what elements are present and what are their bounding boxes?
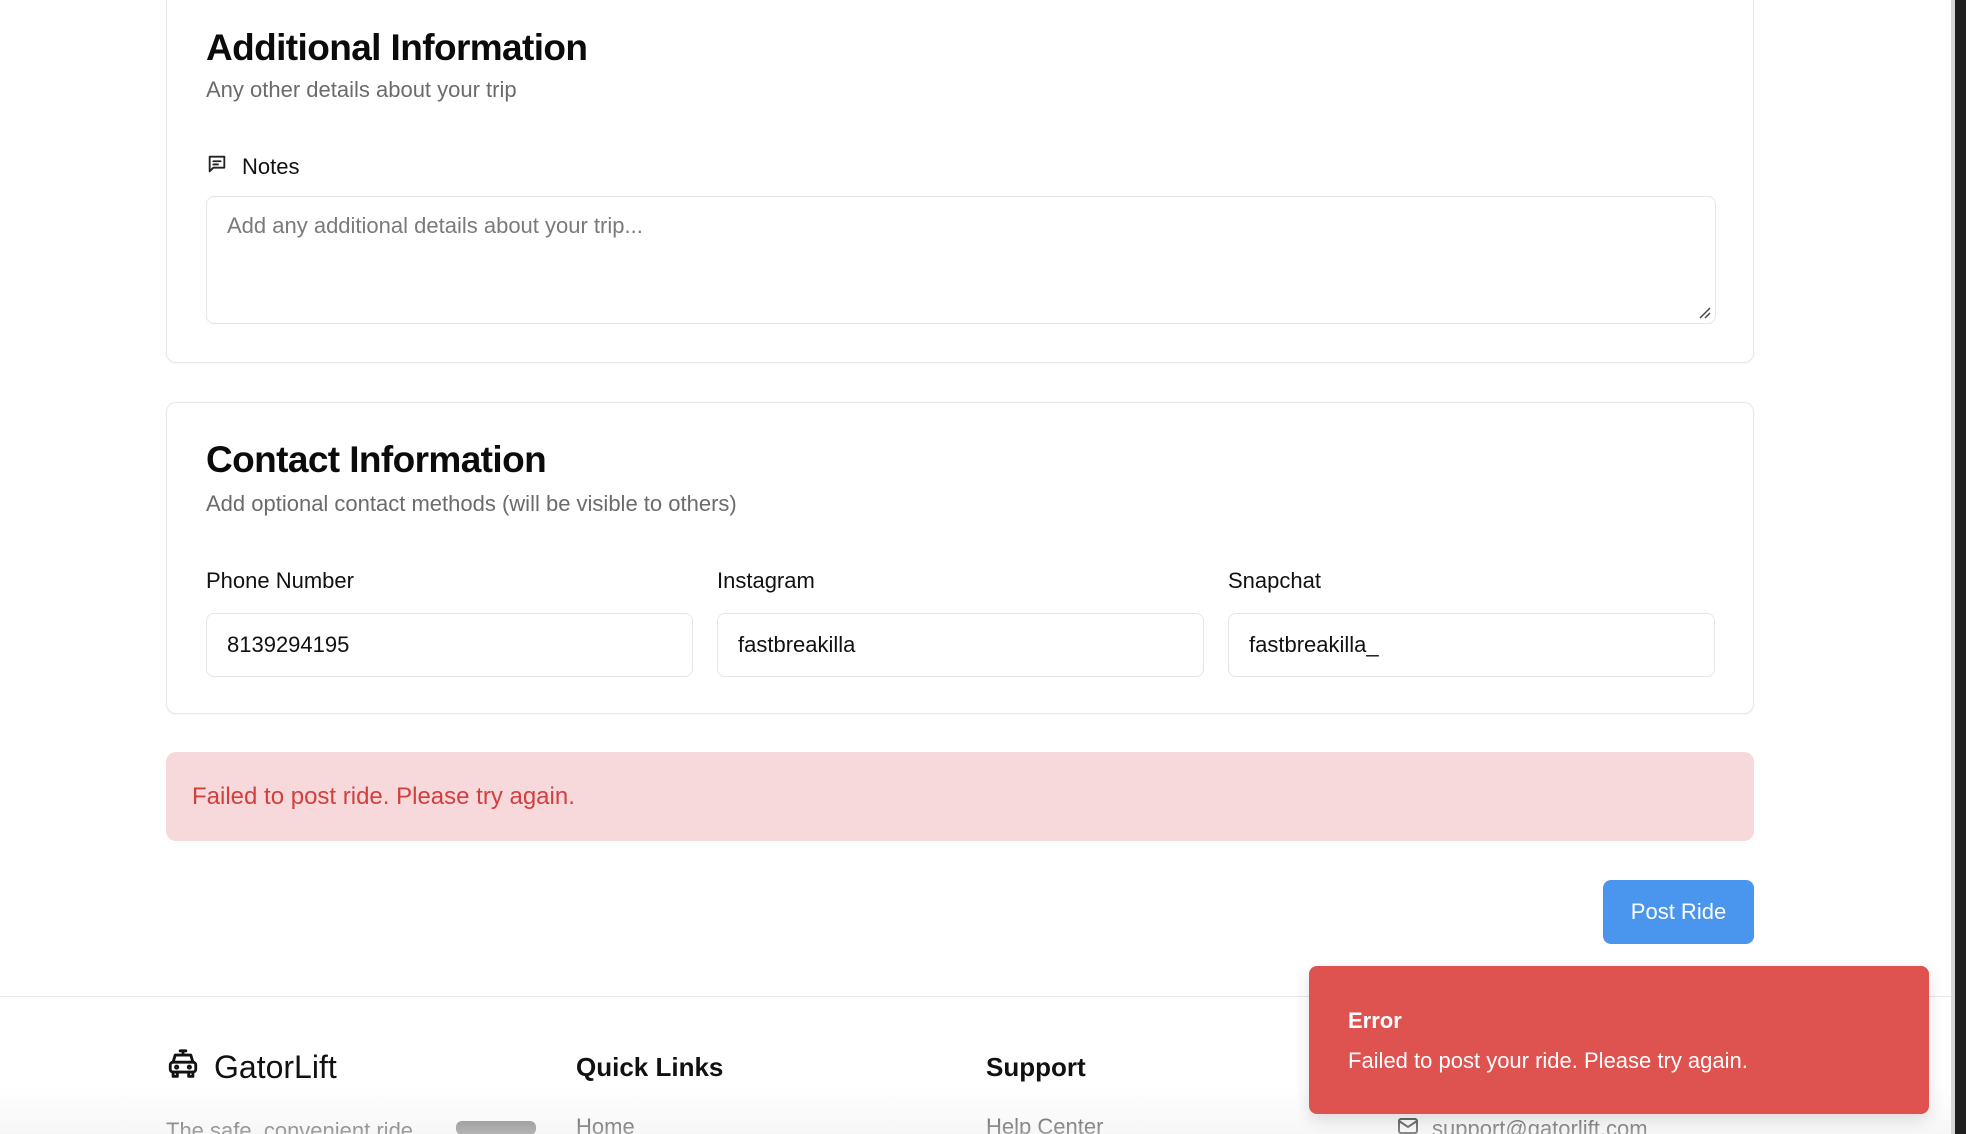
window-edge xyxy=(1955,0,1966,1134)
footer-brand[interactable]: GatorLift xyxy=(166,1048,337,1087)
error-toast-title: Error xyxy=(1348,1008,1402,1033)
quick-links-title: Quick Links xyxy=(576,1052,724,1082)
footer-tagline: The safe, convenient ride xyxy=(166,1118,414,1134)
resize-handle-icon[interactable] xyxy=(1697,305,1711,319)
footer-contact-email[interactable]: support@gatorlift.com xyxy=(1396,1114,1648,1134)
instagram-input[interactable] xyxy=(717,613,1204,677)
notes-textarea[interactable] xyxy=(206,196,1716,324)
error-banner-text: Failed to post ride. Please try again. xyxy=(192,782,575,810)
mail-icon xyxy=(1396,1114,1420,1134)
additional-information-card: Additional Information Any other details… xyxy=(166,0,1754,363)
phone-number-label: Phone Number xyxy=(206,568,354,593)
footer-link-help-center[interactable]: Help Center xyxy=(986,1114,1103,1134)
snapchat-label: Snapchat xyxy=(1228,568,1321,593)
page-viewport: Additional Information Any other details… xyxy=(0,0,1966,1134)
notes-label-row: Notes xyxy=(206,153,299,180)
footer-badge xyxy=(456,1121,536,1134)
snapchat-input[interactable] xyxy=(1228,613,1715,677)
notes-label: Notes xyxy=(242,153,300,179)
error-toast-message: Failed to post your ride. Please try aga… xyxy=(1348,1048,1748,1073)
contact-information-title: Contact Information xyxy=(206,439,547,480)
footer-brand-name: GatorLift xyxy=(214,1049,337,1085)
message-square-icon xyxy=(206,153,228,180)
instagram-field: Instagram xyxy=(717,568,1204,677)
phone-number-input[interactable] xyxy=(206,613,693,677)
phone-number-field: Phone Number xyxy=(206,568,693,677)
additional-information-subtitle: Any other details about your trip xyxy=(206,77,517,102)
snapchat-field: Snapchat xyxy=(1228,568,1715,677)
car-icon xyxy=(166,1048,200,1087)
footer-link-home[interactable]: Home xyxy=(576,1114,635,1134)
additional-information-title: Additional Information xyxy=(206,27,588,68)
footer-contact-email-text: support@gatorlift.com xyxy=(1432,1116,1648,1134)
contact-information-card: Contact Information Add optional contact… xyxy=(166,402,1754,714)
contact-information-subtitle: Add optional contact methods (will be vi… xyxy=(206,491,737,516)
support-title: Support xyxy=(986,1052,1086,1082)
instagram-label: Instagram xyxy=(717,568,815,593)
error-toast[interactable]: Error Failed to post your ride. Please t… xyxy=(1309,966,1929,1114)
post-ride-button[interactable]: Post Ride xyxy=(1603,880,1754,944)
error-banner: Failed to post ride. Please try again. xyxy=(166,752,1754,841)
